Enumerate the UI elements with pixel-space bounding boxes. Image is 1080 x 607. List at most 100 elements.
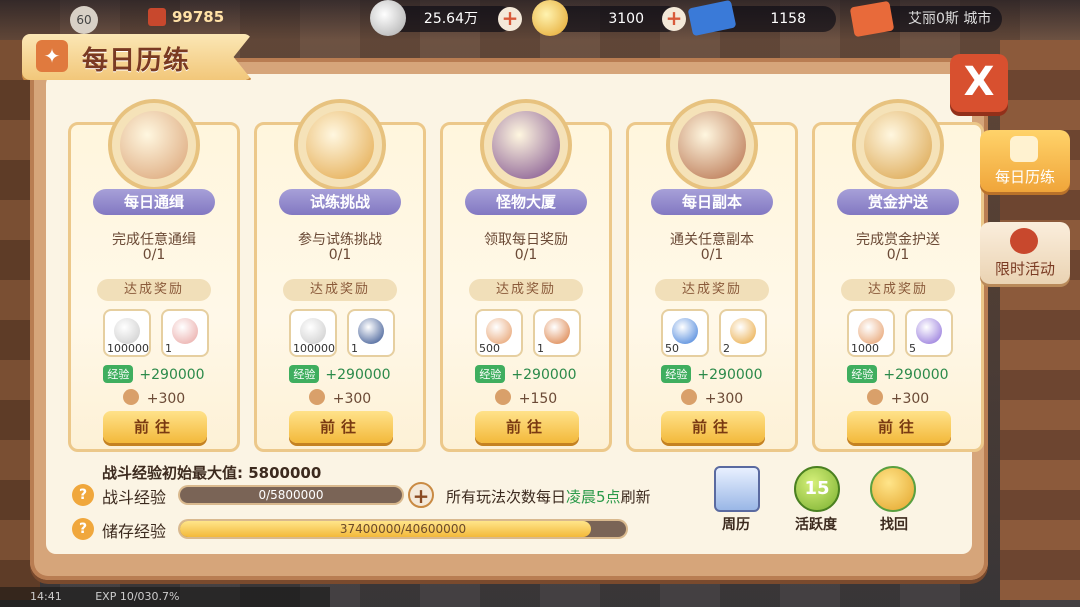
retrieve-button[interactable]: 找回: [864, 514, 924, 534]
activity-points-value: +300: [332, 391, 372, 407]
page-title: 每日历练: [82, 46, 191, 76]
right-scene: [1000, 40, 1080, 600]
stored-exp-help-icon[interactable]: ?: [72, 518, 94, 540]
stored-exp-label: 储存经验: [102, 522, 167, 541]
refresh-time: 凌晨5点: [566, 488, 621, 506]
portrait-image: [120, 111, 188, 179]
add-gold-button[interactable]: +: [662, 7, 686, 31]
reward-item-1-icon: [300, 318, 326, 344]
exp-value: +290000: [325, 367, 391, 383]
calendar-button[interactable]: 周历: [706, 514, 766, 534]
exp-value: +290000: [511, 367, 577, 383]
reward-label: 达成奖励: [469, 279, 583, 301]
reward-item-2[interactable]: 1: [533, 309, 581, 357]
reward-item-1[interactable]: 100000: [289, 309, 337, 357]
go-button[interactable]: 前往: [847, 411, 951, 443]
status-bar: 14:41 EXP 10/030.7%: [0, 587, 330, 607]
reward-label: 达成奖励: [97, 279, 211, 301]
activity-task: 通关任意副本: [670, 232, 754, 248]
battle-exp-max-label: 战斗经验初始最大值: 5800000: [102, 464, 322, 482]
activity-portrait: [480, 99, 572, 191]
reward-label: 达成奖励: [841, 279, 955, 301]
gold-coin-icon: [532, 0, 568, 36]
clock-icon: [1010, 228, 1038, 254]
activity-progress: 0/1: [700, 247, 724, 263]
hero-name: 艾丽0斯 城市: [908, 11, 992, 27]
activity-task: 完成任意通缉: [112, 232, 196, 248]
activity-portrait: [852, 99, 944, 191]
tab-daily-training-label: 每日历练: [994, 168, 1055, 186]
battle-exp-bar: 0/5800000: [180, 487, 402, 503]
level-badge: 60: [70, 6, 98, 34]
reward-item-2-count: 1: [351, 342, 358, 355]
training-icon: ✦: [36, 40, 68, 72]
portrait-image: [864, 111, 932, 179]
reward-item-1-count: 100000: [107, 342, 149, 355]
reward-item-2-count: 1: [537, 342, 544, 355]
reward-item-2[interactable]: 1: [161, 309, 209, 357]
activity-badge[interactable]: 15: [794, 466, 840, 512]
go-button[interactable]: 前往: [661, 411, 765, 443]
reward-item-1-count: 500: [479, 342, 500, 355]
battle-exp-text: 0/5800000: [258, 488, 324, 502]
add-silver-button[interactable]: +: [498, 7, 522, 31]
activity-points: +300: [629, 389, 795, 407]
activity-points-value: +300: [704, 391, 744, 407]
reward-item-1[interactable]: 100000: [103, 309, 151, 357]
calendar-icon[interactable]: [714, 466, 760, 512]
reward-item-2[interactable]: 1: [347, 309, 395, 357]
reward-label: 达成奖励: [655, 279, 769, 301]
activity-card: 怪物大厦 领取每日奖励 0/1 达成奖励 500 1 经验 +290000 +15…: [440, 99, 612, 452]
battle-exp-help-icon[interactable]: ?: [72, 484, 94, 506]
activity-card: 每日通缉 完成任意通缉 0/1 达成奖励 100000 1 经验 +290000 …: [68, 99, 240, 452]
reward-item-1-icon: [858, 318, 884, 344]
activity-name: 每日通缉: [93, 189, 215, 215]
reward-item-1-count: 100000: [293, 342, 335, 355]
exp-tag: 经验: [847, 365, 878, 383]
go-button[interactable]: 前往: [475, 411, 579, 443]
exp-tag: 经验: [475, 365, 506, 383]
close-button[interactable]: X: [950, 54, 1008, 112]
stored-exp-bar: 37400000/40600000: [180, 521, 626, 537]
portrait-image: [492, 111, 560, 179]
activity-points: +300: [71, 389, 237, 407]
reward-item-1-count: 1000: [851, 342, 879, 355]
activity-card: 每日副本 通关任意副本 0/1 达成奖励 50 2 经验 +290000 +300…: [626, 99, 798, 452]
activity-portrait: [294, 99, 386, 191]
activity-button[interactable]: 活跃度: [786, 514, 846, 534]
tab-limited-event[interactable]: 限时活动: [980, 222, 1070, 284]
silver-resource: 25.64万: [388, 6, 514, 32]
reward-item-1[interactable]: 500: [475, 309, 523, 357]
go-button[interactable]: 前往: [103, 411, 207, 443]
activity-progress: 0/1: [514, 247, 538, 263]
reward-item-2[interactable]: 5: [905, 309, 953, 357]
stored-exp-text: 37400000/40600000: [339, 522, 467, 536]
retrieve-icon[interactable]: [870, 466, 916, 512]
reward-item-2-count: 2: [723, 342, 730, 355]
activity-points: +300: [815, 389, 981, 407]
power-icon: [148, 8, 166, 26]
reward-item-2-icon: [358, 318, 384, 344]
activity-name: 怪物大厦: [465, 189, 587, 215]
refresh-pre: 所有玩法次数每日: [446, 488, 567, 506]
activity-task: 完成赏金护送: [856, 232, 940, 248]
reward-item-1-icon: [672, 318, 698, 344]
activity-points-value: +300: [890, 391, 930, 407]
reward-item-2[interactable]: 2: [719, 309, 767, 357]
reward-item-2-count: 1: [165, 342, 172, 355]
exp-reward: 经验 +290000: [815, 365, 981, 383]
go-button[interactable]: 前往: [289, 411, 393, 443]
portrait-image: [306, 111, 374, 179]
add-battle-exp-button[interactable]: +: [408, 482, 434, 508]
activity-points-icon: [494, 389, 511, 405]
silver-coin-icon: [370, 0, 406, 36]
tab-daily-training[interactable]: 每日历练: [980, 130, 1070, 192]
reward-item-1[interactable]: 50: [661, 309, 709, 357]
activity-progress: 0/1: [886, 247, 910, 263]
activity-points: +300: [257, 389, 423, 407]
activity-points-value: +300: [146, 391, 186, 407]
reward-item-1[interactable]: 1000: [847, 309, 895, 357]
portrait-image: [678, 111, 746, 179]
activity-name: 试练挑战: [279, 189, 401, 215]
reward-item-2-count: 5: [909, 342, 916, 355]
